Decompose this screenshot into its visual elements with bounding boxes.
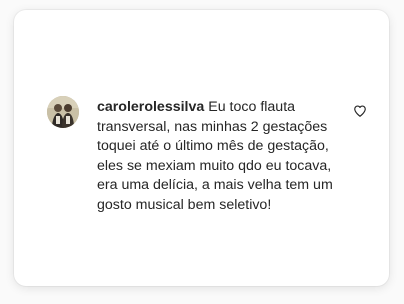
comment-username[interactable]: carolerolessilva bbox=[97, 99, 204, 115]
page: carolerolessilva Eu toco flauta transvers… bbox=[0, 0, 404, 304]
comment-text-block: carolerolessilva Eu toco flauta transvers… bbox=[97, 98, 341, 215]
like-button[interactable] bbox=[353, 104, 367, 118]
comment-text: Eu toco flauta transversal, nas minhas 2… bbox=[97, 99, 333, 213]
comment-card: carolerolessilva Eu toco flauta transvers… bbox=[14, 10, 389, 286]
heart-outline-icon bbox=[354, 105, 366, 117]
user-avatar[interactable] bbox=[47, 96, 79, 128]
avatar-photo-icon bbox=[47, 96, 79, 128]
